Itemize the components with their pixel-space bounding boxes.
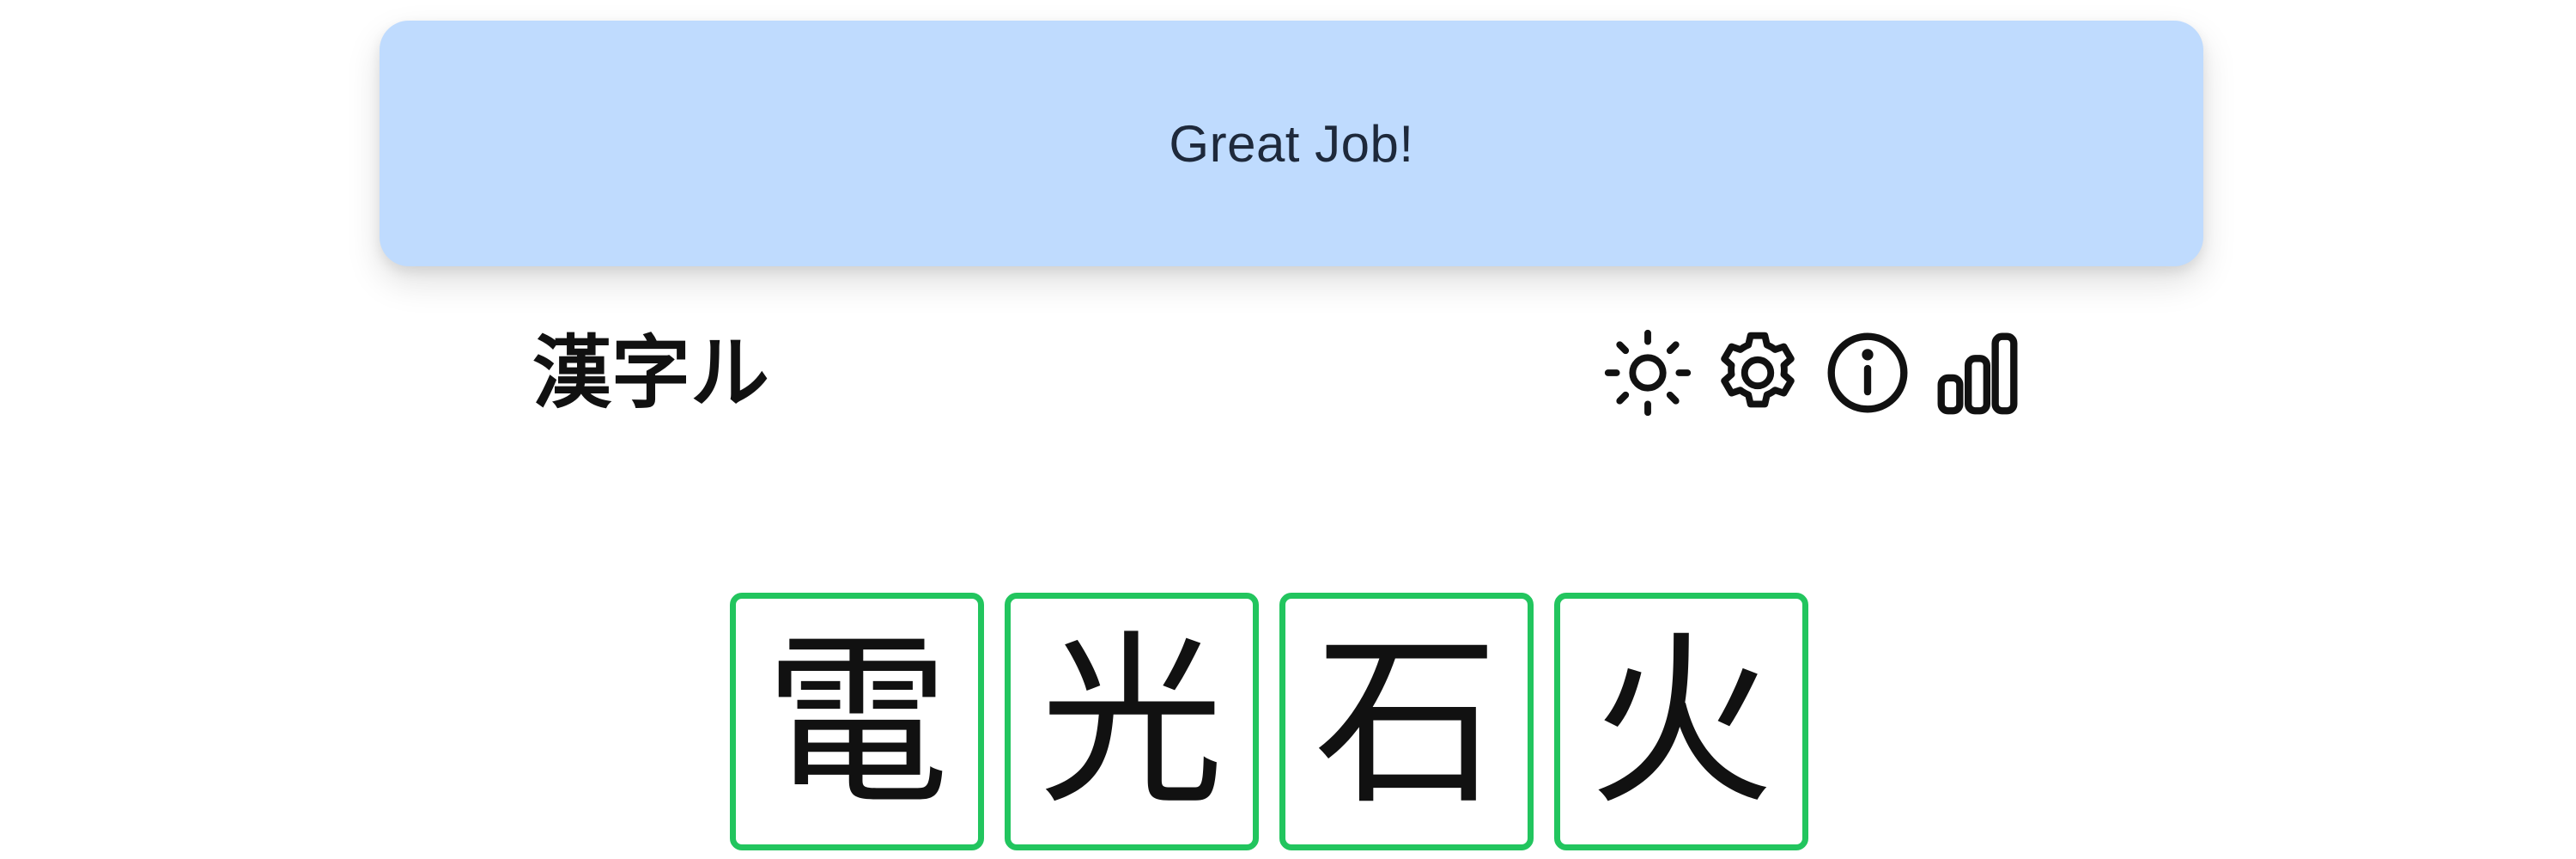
app-title: 漢字ル	[532, 326, 770, 419]
tile-correct: 光	[1005, 593, 1259, 850]
info-icon	[1827, 332, 1908, 413]
gear-icon	[1721, 332, 1795, 408]
tile-character: 電	[764, 613, 950, 830]
theme-toggle-button[interactable]	[1597, 323, 1698, 423]
tile-correct: 火	[1554, 593, 1808, 850]
tile-correct: 石	[1279, 593, 1534, 850]
info-button[interactable]	[1817, 323, 1918, 423]
chart-bars-icon	[1937, 332, 2018, 415]
toast-message: Great Job!	[1169, 114, 1414, 173]
toast-notification: Great Job!	[380, 21, 2203, 266]
tile-character: 石	[1314, 613, 1499, 830]
tile-correct: 電	[730, 593, 984, 850]
tile-character: 火	[1589, 613, 1774, 830]
stats-button[interactable]	[1927, 323, 2028, 423]
guess-row: 電 光 石 火	[730, 593, 1808, 850]
tile-character: 光	[1039, 613, 1224, 830]
sun-icon	[1604, 329, 1692, 417]
settings-button[interactable]	[1707, 323, 1808, 423]
header-toolbar	[1597, 323, 2028, 423]
